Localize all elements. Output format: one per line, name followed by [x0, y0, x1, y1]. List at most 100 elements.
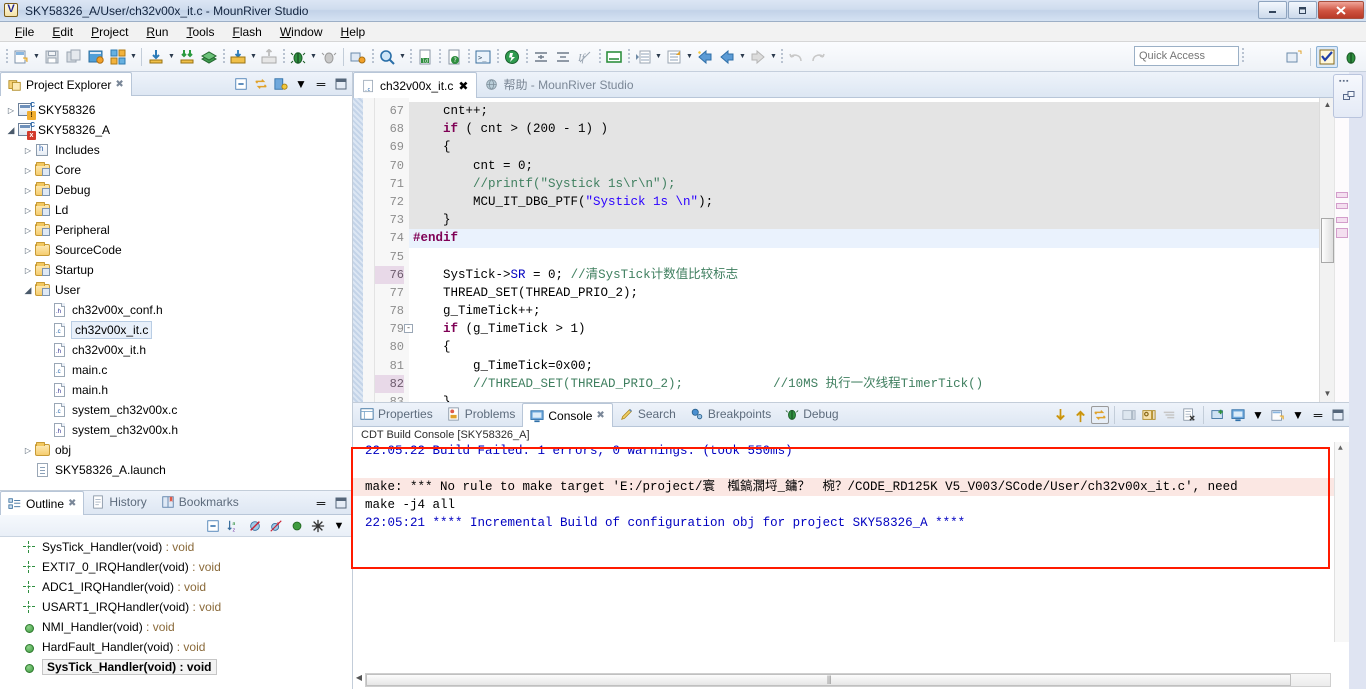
code-line[interactable]: //THREAD_SET(THREAD_PRIO_2); //10MS 执行一次… — [409, 375, 1319, 393]
tab-help[interactable]: 帮助 - MounRiver Studio — [477, 71, 641, 97]
outline-item[interactable]: NMI_Handler(void) : void — [0, 617, 352, 637]
toolbar-grip-11[interactable] — [625, 47, 632, 66]
menu-file[interactable]: File — [6, 23, 43, 41]
scroll-left-icon[interactable]: ◀ — [353, 671, 365, 685]
overview-marker[interactable] — [1336, 192, 1348, 198]
code-line[interactable] — [409, 248, 1319, 266]
tree-item[interactable]: Debug — [0, 180, 352, 200]
code-line[interactable]: #endif — [409, 229, 1319, 248]
editor-code-content[interactable]: cnt++; if ( cnt > (200 - 1) ) { cnt = 0;… — [409, 98, 1319, 402]
editor-marker-bar[interactable] — [353, 98, 363, 402]
menu-run[interactable]: Run — [137, 23, 177, 41]
build-all-icon[interactable] — [85, 46, 107, 68]
open-perspective-button[interactable] — [1283, 46, 1305, 68]
tab-console[interactable]: Console ✖ — [522, 403, 613, 427]
maximize-view-icon[interactable] — [332, 75, 350, 93]
code-line[interactable]: SysTick->SR = 0; //清SysTick计数值比较标志 — [409, 266, 1319, 284]
overview-marker[interactable] — [1336, 228, 1348, 238]
tree-item[interactable]: C!SKY58326 — [0, 100, 352, 120]
maximize-view-icon[interactable] — [1329, 406, 1347, 424]
build-dropdown-icon[interactable]: ▼ — [129, 47, 138, 67]
toolbar-grip-12[interactable] — [778, 47, 785, 66]
menu-flash[interactable]: Flash — [223, 23, 270, 41]
tree-twisty-icon[interactable] — [21, 203, 35, 217]
minimize-view-icon[interactable]: ═ — [1309, 406, 1327, 424]
close-icon[interactable]: ✖ — [68, 498, 76, 509]
open-perspective-icon[interactable] — [347, 46, 369, 68]
tree-twisty-icon[interactable] — [21, 243, 35, 257]
menu-edit[interactable]: Edit — [43, 23, 82, 41]
editor-vertical-scrollbar[interactable]: ▲ ▼ — [1319, 98, 1334, 402]
tree-twisty-icon[interactable] — [21, 143, 35, 157]
editor-overview-ruler[interactable] — [1334, 98, 1349, 402]
ld-file-icon[interactable]: ld — [414, 46, 436, 68]
indent-dropdown-icon[interactable]: ▼ — [685, 47, 694, 67]
tree-twisty-icon[interactable] — [4, 103, 18, 117]
restore-views-icon[interactable] — [1343, 91, 1355, 103]
toolbar-grip-13[interactable] — [1239, 47, 1246, 65]
tree-item[interactable]: .c main.c — [0, 360, 352, 380]
collapse-prev-icon[interactable] — [552, 46, 574, 68]
tree-item[interactable]: Startup — [0, 260, 352, 280]
view-menu-icon[interactable] — [272, 75, 290, 93]
minimize-button[interactable] — [1258, 1, 1287, 19]
mounriver-perspective-button[interactable] — [1316, 46, 1338, 68]
console-vertical-scrollbar[interactable]: ▲ — [1334, 442, 1349, 642]
project-tree[interactable]: C!SKY58326CxSKY58326_AIncludesCoreDebugL… — [0, 96, 352, 490]
tab-search[interactable]: Search — [613, 402, 683, 426]
download-icon[interactable] — [145, 46, 167, 68]
tree-item[interactable]: .h ch32v00x_it.h — [0, 340, 352, 360]
toolbar-grip-2[interactable] — [220, 47, 227, 66]
new-file-icon[interactable] — [10, 46, 32, 68]
outdent-dropdown-icon[interactable]: ▼ — [654, 47, 663, 67]
code-line[interactable]: g_TimeTick=0x00; — [409, 357, 1319, 375]
code-line[interactable]: if (g_TimeTick > 1) — [409, 320, 1319, 338]
tab-outline[interactable]: Outline ✖ — [0, 491, 85, 515]
view-menu-chevron-icon[interactable]: ▼ — [330, 517, 348, 535]
tree-twisty-icon[interactable] — [21, 443, 35, 457]
outline-item[interactable]: USART1_IRQHandler(void) : void — [0, 597, 352, 617]
redo-icon[interactable] — [807, 46, 829, 68]
hide-fields-icon[interactable] — [246, 517, 264, 535]
close-icon[interactable]: ✖ — [458, 79, 468, 93]
quick-access-input[interactable] — [1134, 46, 1239, 66]
menu-window[interactable]: Window — [271, 23, 332, 41]
indent-icon[interactable] — [663, 46, 685, 68]
show-whitespace-icon[interactable] — [603, 46, 625, 68]
back-dropdown-icon[interactable]: ▼ — [738, 47, 747, 67]
console-output[interactable]: 22:05:22 Build Failed. 1 errors, 0 warni… — [353, 442, 1349, 642]
scroll-down-icon[interactable]: ▼ — [1322, 389, 1333, 400]
outline-list[interactable]: SysTick_Handler(void) : void EXTI7_0_IRQH… — [0, 537, 352, 689]
tree-item[interactable]: .c system_ch32v00x.c — [0, 400, 352, 420]
tree-item[interactable]: .h ch32v00x_conf.h — [0, 300, 352, 320]
tree-item[interactable]: CxSKY58326_A — [0, 120, 352, 140]
menu-project[interactable]: Project — [82, 23, 137, 41]
forward-icon[interactable] — [747, 46, 769, 68]
outline-item[interactable]: EXTI7_0_IRQHandler(void) : void — [0, 557, 352, 577]
new-console-chevron-icon[interactable]: ▼ — [1289, 406, 1307, 424]
import-dropdown-icon[interactable]: ▼ — [249, 47, 258, 67]
terminal-icon[interactable]: >_ — [472, 46, 494, 68]
open-console-icon[interactable] — [1229, 406, 1247, 424]
help-file-icon[interactable]: ? — [443, 46, 465, 68]
code-line[interactable]: THREAD_SET(THREAD_PRIO_2); — [409, 284, 1319, 302]
tree-item[interactable]: User — [0, 280, 352, 300]
scroll-up-icon[interactable]: ▲ — [1322, 100, 1333, 111]
search-dropdown-icon[interactable]: ▼ — [398, 47, 407, 67]
back-highlight-icon[interactable] — [694, 46, 716, 68]
tab-properties[interactable]: Properties — [353, 402, 440, 426]
minimized-view-stack[interactable]: ▪▪▪ — [1333, 74, 1363, 118]
code-line[interactable]: { — [409, 138, 1319, 157]
toolbar-grip-8[interactable] — [494, 47, 501, 66]
hide-nonpublic-icon[interactable] — [288, 517, 306, 535]
tab-ch32v00x-it-c[interactable]: .c ch32v00x_it.c ✖ — [353, 72, 478, 98]
link-with-editor-icon[interactable] — [252, 75, 270, 93]
editor-folding-bar[interactable] — [363, 98, 375, 402]
download-all-icon[interactable] — [176, 46, 198, 68]
code-line[interactable]: { — [409, 338, 1319, 356]
code-line[interactable]: if ( cnt > (200 - 1) ) — [409, 120, 1319, 139]
back-icon[interactable] — [716, 46, 738, 68]
menu-tools[interactable]: Tools — [177, 23, 223, 41]
toolbar-grip-10[interactable] — [596, 47, 603, 66]
tree-item[interactable]: Peripheral — [0, 220, 352, 240]
